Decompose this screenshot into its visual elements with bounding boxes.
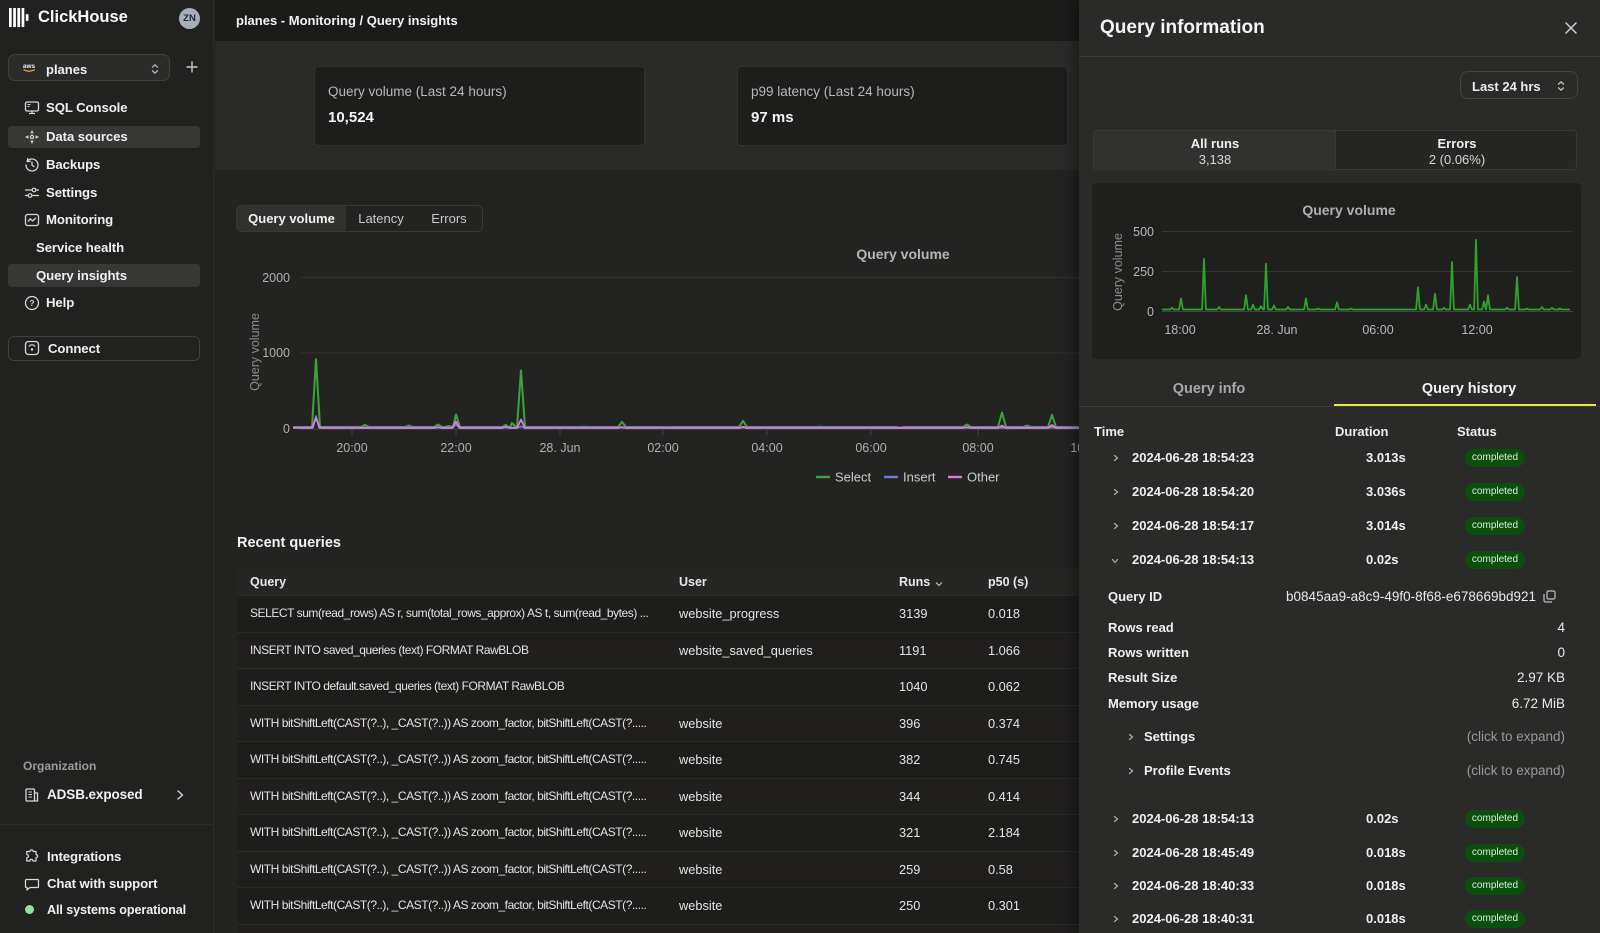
svg-text:?: ? [29, 298, 34, 308]
svg-text:08:00: 08:00 [962, 441, 993, 455]
svg-text:28. Jun: 28. Jun [539, 441, 580, 455]
svg-text:0: 0 [1147, 305, 1154, 319]
svg-text:Insert: Insert [903, 470, 936, 485]
svg-text:18:00: 18:00 [1164, 323, 1195, 337]
svg-text:250: 250 [1133, 265, 1154, 279]
svg-text:1000: 1000 [262, 346, 290, 360]
svg-text:Query volume: Query volume [1302, 202, 1396, 218]
svg-text:28. Jun: 28. Jun [1256, 323, 1297, 337]
svg-text:Query volume: Query volume [248, 313, 262, 391]
svg-text:Other: Other [967, 470, 1000, 485]
svg-text:10:00: 10:00 [1070, 441, 1079, 455]
svg-text:aws: aws [23, 63, 36, 70]
svg-text:500: 500 [1133, 225, 1154, 239]
svg-text:22:00: 22:00 [440, 441, 471, 455]
svg-text:Query volume: Query volume [856, 246, 950, 262]
svg-text:04:00: 04:00 [751, 441, 782, 455]
svg-text:12:00: 12:00 [1461, 323, 1492, 337]
svg-text:02:00: 02:00 [647, 441, 678, 455]
svg-text:Select: Select [835, 470, 872, 485]
svg-text:Query volume: Query volume [1111, 233, 1125, 311]
svg-text:20:00: 20:00 [336, 441, 367, 455]
svg-text:06:00: 06:00 [1362, 323, 1393, 337]
svg-text:06:00: 06:00 [855, 441, 886, 455]
svg-text:0: 0 [283, 422, 290, 436]
svg-text:2000: 2000 [262, 271, 290, 285]
